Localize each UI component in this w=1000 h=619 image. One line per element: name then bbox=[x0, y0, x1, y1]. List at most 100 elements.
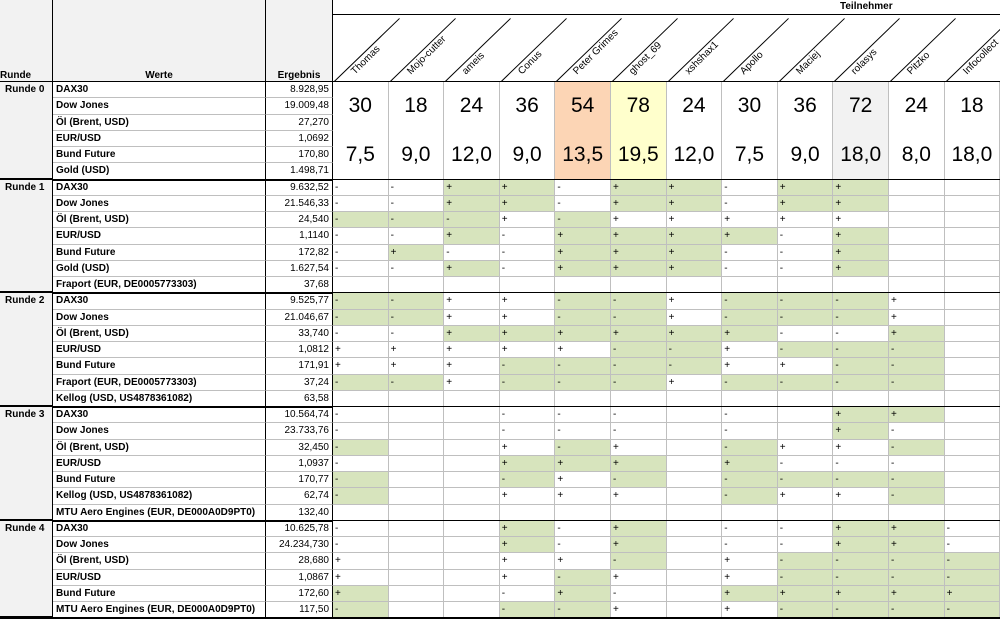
prediction-cell bbox=[889, 179, 945, 196]
asset-name: Dow Jones bbox=[53, 537, 266, 554]
prediction-cell: - bbox=[388, 195, 445, 212]
asset-name: MTU Aero Engines (EUR, DE000A0D9PT0) bbox=[53, 602, 266, 619]
prediction-cell bbox=[944, 374, 1000, 391]
asset-result: 1.498,71 bbox=[266, 163, 333, 180]
prediction-cell: + bbox=[777, 195, 834, 212]
prediction-cell: - bbox=[555, 423, 611, 440]
asset-name: Gold (USD) bbox=[53, 163, 266, 180]
prediction-cell: + bbox=[499, 553, 556, 570]
prediction-cell bbox=[889, 244, 945, 261]
prediction-cell bbox=[833, 504, 889, 521]
prediction-cell bbox=[666, 423, 723, 440]
prediction-cell: + bbox=[833, 520, 889, 537]
prediction-cell: + bbox=[611, 569, 667, 586]
prediction-cell: - bbox=[333, 537, 389, 554]
asset-name: Öl (Brent, USD) bbox=[53, 114, 266, 131]
prediction-cell: + bbox=[722, 569, 778, 586]
prediction-cell: - bbox=[777, 374, 834, 391]
prediction-cell: - bbox=[388, 228, 445, 245]
asset-result: 1,0867 bbox=[266, 569, 333, 586]
asset-name: MTU Aero Engines (EUR, DE000A0D9PT0) bbox=[53, 504, 266, 521]
prediction-cell: - bbox=[944, 553, 1000, 570]
prediction-cell: - bbox=[889, 439, 945, 456]
prediction-cell bbox=[666, 407, 723, 424]
prediction-cell: - bbox=[555, 374, 611, 391]
participant-average: 8,0 bbox=[889, 130, 945, 180]
prediction-cell: - bbox=[388, 374, 445, 391]
asset-result: 171,91 bbox=[266, 358, 333, 375]
header-runde-label: Runde bbox=[0, 0, 53, 82]
prediction-cell: - bbox=[833, 309, 889, 326]
prediction-cell bbox=[666, 537, 723, 554]
prediction-cell bbox=[499, 277, 556, 294]
prediction-cell: - bbox=[555, 439, 611, 456]
prediction-cell: + bbox=[722, 358, 778, 375]
asset-name: Dow Jones bbox=[53, 309, 266, 326]
prediction-cell: + bbox=[499, 342, 556, 359]
participant-name: ameis bbox=[460, 50, 488, 77]
prediction-cell: + bbox=[444, 260, 500, 277]
prediction-cell: + bbox=[777, 488, 834, 505]
prediction-cell bbox=[944, 488, 1000, 505]
asset-result: 37,24 bbox=[266, 374, 333, 391]
prediction-cell: - bbox=[555, 195, 611, 212]
prediction-cell bbox=[722, 504, 778, 521]
prediction-cell: - bbox=[666, 358, 723, 375]
participant-average: 7,5 bbox=[722, 130, 778, 180]
prediction-cell bbox=[944, 390, 1000, 407]
prediction-cell bbox=[944, 439, 1000, 456]
prediction-cell: - bbox=[722, 439, 778, 456]
prediction-cell: - bbox=[555, 212, 611, 229]
prediction-cell: + bbox=[555, 260, 611, 277]
prediction-cell bbox=[333, 390, 389, 407]
prediction-cell: - bbox=[777, 537, 834, 554]
asset-name: Dow Jones bbox=[53, 195, 266, 212]
prediction-cell: - bbox=[611, 309, 667, 326]
asset-result: 1.627,54 bbox=[266, 260, 333, 277]
prediction-cell: + bbox=[833, 228, 889, 245]
prediction-cell bbox=[944, 228, 1000, 245]
prediction-cell bbox=[944, 244, 1000, 261]
prediction-cell: - bbox=[555, 309, 611, 326]
prediction-cell bbox=[666, 488, 723, 505]
asset-result: 172,82 bbox=[266, 244, 333, 261]
prediction-cell: + bbox=[499, 569, 556, 586]
participant-score: 78 bbox=[611, 82, 667, 131]
asset-result: 10.564,74 bbox=[266, 407, 333, 424]
prediction-cell bbox=[499, 390, 556, 407]
asset-result: 9.632,52 bbox=[266, 179, 333, 196]
participant-average: 7,5 bbox=[333, 130, 389, 180]
prediction-cell bbox=[666, 455, 723, 472]
prediction-cell: - bbox=[333, 228, 389, 245]
prediction-cell bbox=[444, 439, 500, 456]
asset-result: 28,680 bbox=[266, 553, 333, 570]
prediction-cell: - bbox=[722, 309, 778, 326]
prediction-cell: + bbox=[499, 293, 556, 310]
asset-result: 27,270 bbox=[266, 114, 333, 131]
prediction-cell: + bbox=[722, 602, 778, 619]
prediction-cell: - bbox=[388, 212, 445, 229]
prediction-cell bbox=[444, 602, 500, 619]
prediction-cell bbox=[777, 407, 834, 424]
asset-name: EUR/USD bbox=[53, 130, 266, 147]
prediction-cell bbox=[555, 504, 611, 521]
prediction-cell bbox=[889, 260, 945, 277]
prediction-cell: + bbox=[611, 260, 667, 277]
asset-name: Dow Jones bbox=[53, 98, 266, 115]
prediction-cell: - bbox=[777, 455, 834, 472]
prediction-cell bbox=[944, 212, 1000, 229]
prediction-cell bbox=[333, 504, 389, 521]
prediction-cell: - bbox=[555, 569, 611, 586]
prediction-cell: - bbox=[722, 520, 778, 537]
prediction-cell: + bbox=[499, 537, 556, 554]
prediction-cell: - bbox=[333, 293, 389, 310]
prediction-cell: - bbox=[333, 407, 389, 424]
prediction-cell: + bbox=[722, 342, 778, 359]
prediction-cell: + bbox=[722, 212, 778, 229]
prediction-cell: + bbox=[722, 325, 778, 342]
prediction-cell bbox=[444, 455, 500, 472]
prediction-cell bbox=[388, 553, 445, 570]
participant-name: Mojo-cutter bbox=[404, 33, 448, 77]
prediction-cell bbox=[666, 472, 723, 489]
prediction-cell bbox=[388, 277, 445, 294]
